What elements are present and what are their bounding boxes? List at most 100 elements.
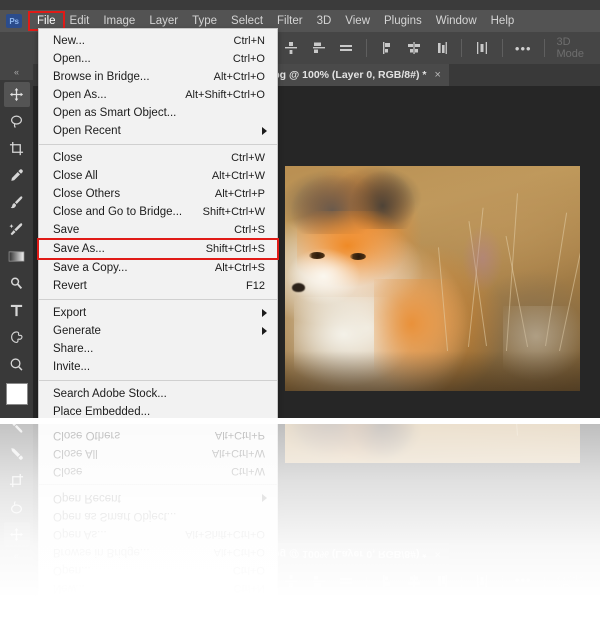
menu-item-label: Export [53, 307, 86, 319]
file-menu-dropdown[interactable]: New... Ctrl+N Open...Ctrl+OBrowse in Bridg… [38, 28, 278, 418]
type-tool[interactable] [4, 298, 30, 323]
menu-item-label: Close Others [53, 429, 120, 441]
file-menu-item-close-others[interactable]: Close OthersAlt+Ctrl+P [39, 185, 277, 203]
gradient-tool[interactable] [4, 244, 30, 269]
file-menu-item-search-adobe-stock[interactable]: Search Adobe Stock... [39, 385, 277, 403]
menu-item-shortcut: Alt+Shift+Ctrl+O [185, 528, 267, 540]
file-menu-item-place-embedded[interactable]: Place Embedded... [39, 403, 277, 418]
menu-item-label: Open Recent [53, 492, 121, 504]
menu-item-shortcut: Ctrl+N [234, 35, 267, 47]
file-menu-item-open-recent[interactable]: Open Recent [39, 122, 277, 140]
menubar-item-help: Help [484, 600, 522, 616]
lasso-tool[interactable] [4, 109, 30, 134]
file-menu-item-new[interactable]: New... Ctrl+N [39, 32, 277, 50]
align-vertical-centers-icon [309, 571, 328, 591]
file-menu-item-close-all[interactable]: Close All Alt+Ctrl+W [39, 167, 277, 185]
eyedropper-tool[interactable] [4, 163, 30, 188]
menubar-item-edit[interactable]: Edit [63, 13, 97, 29]
foreground-color-swatch[interactable] [6, 383, 28, 405]
menu-item-label: Place Embedded... [53, 406, 150, 418]
menu-item-shortcut: Ctrl+O [233, 53, 267, 65]
toolbar-separator [366, 39, 367, 57]
align-bottom-edges-icon[interactable] [337, 38, 356, 58]
file-menu-item-save-a-copy[interactable]: Save a Copy...Alt+Ctrl+S [39, 259, 277, 277]
close-icon[interactable]: × [434, 69, 440, 81]
menu-item-label: Open... [53, 564, 91, 576]
distribute-icon[interactable] [472, 38, 491, 58]
options-overflow-button: ••• [509, 574, 538, 589]
collapse-panel-button[interactable]: « [0, 64, 33, 80]
file-menu-item-close: CloseCtrl+W [39, 462, 277, 480]
align-horizontal-centers-icon[interactable] [405, 38, 424, 58]
menu-item-label: Close All [53, 170, 98, 182]
file-menu-item-open-as-smart-object[interactable]: Open as Smart Object... [39, 104, 277, 122]
menubar-item-help[interactable]: Help [484, 13, 522, 29]
file-menu-item-export[interactable]: Export [39, 304, 277, 322]
file-menu-item-revert[interactable]: RevertF12 [39, 277, 277, 295]
menubar-item-image[interactable]: Image [96, 13, 142, 29]
file-menu-item-close-others: Close OthersAlt+Ctrl+P [39, 426, 277, 444]
healing-brush-tool[interactable] [4, 217, 30, 242]
move-tool[interactable] [4, 82, 30, 107]
menu-item-label: Open as Smart Object... [53, 107, 176, 119]
menubar-item-view[interactable]: View [338, 13, 377, 29]
file-menu-item-close-and-go-to-bridge[interactable]: Close and Go to Bridge...Shift+Ctrl+W [39, 203, 277, 221]
menu-item-label: Save [53, 224, 79, 236]
path-tool[interactable] [4, 325, 30, 350]
menubar-item-view: View [338, 600, 377, 616]
menubar-item-filter: Filter [270, 600, 310, 616]
menu-divider [39, 144, 277, 145]
crop-tool [4, 468, 30, 493]
menubar-item-plugins: Plugins [377, 600, 429, 616]
menubar-item-select[interactable]: Select [224, 13, 270, 29]
chevron-right-icon [262, 309, 267, 317]
menubar-item-plugins[interactable]: Plugins [377, 13, 429, 29]
mirrored-photoshop-window: Ps File Edit Image Layer Type Select Fil… [0, 424, 600, 629]
menubar-item-select: Select [224, 600, 270, 616]
file-menu-item-close[interactable]: CloseCtrl+W [39, 149, 277, 167]
file-menu-item-save-as[interactable]: Save As...Shift+Ctrl+S [39, 240, 277, 258]
file-menu-item-open-recent: Open Recent [39, 489, 277, 507]
align-top-edges-icon[interactable] [282, 38, 301, 58]
lasso-tool [4, 495, 30, 520]
move-tool [4, 522, 30, 547]
align-right-edges-icon[interactable] [432, 38, 451, 58]
menubar-item-layer[interactable]: Layer [142, 13, 185, 29]
tools-panel: « [0, 64, 33, 418]
file-menu-item-save[interactable]: SaveCtrl+S [39, 221, 277, 239]
menubar-item-file[interactable]: File [30, 13, 63, 29]
align-vertical-centers-icon[interactable] [309, 38, 328, 58]
menu-item-label: Invite... [53, 361, 90, 373]
toolbar-separator [461, 572, 462, 590]
menu-item-label: New... [53, 35, 85, 47]
menubar-item-3d[interactable]: 3D [310, 13, 339, 29]
menu-item-shortcut: Alt+Ctrl+W [212, 170, 267, 182]
menubar-item-filter[interactable]: Filter [270, 13, 310, 29]
file-menu-item-open-as[interactable]: Open As...Alt+Shift+Ctrl+O [39, 86, 277, 104]
file-menu-item-generate[interactable]: Generate [39, 322, 277, 340]
menu-item-shortcut: Alt+Ctrl+W [212, 447, 267, 459]
options-overflow-button[interactable]: ••• [509, 41, 538, 56]
file-menu-item-share[interactable]: Share... [39, 340, 277, 358]
menu-item-shortcut: Ctrl+O [233, 564, 267, 576]
menu-item-shortcut: Alt+Ctrl+O [214, 546, 267, 558]
menubar-item-type: Type [185, 600, 224, 616]
eyedropper-tool [4, 441, 30, 466]
file-menu-item-invite[interactable]: Invite... [39, 358, 277, 376]
menubar-item-edit: Edit [63, 600, 97, 616]
file-menu-item-browse-in-bridge[interactable]: Browse in Bridge...Alt+Ctrl+O [39, 68, 277, 86]
brush-tool[interactable] [4, 190, 30, 215]
align-right-edges-icon [432, 571, 451, 591]
zoom-tool[interactable] [4, 352, 30, 377]
dodge-tool[interactable] [4, 271, 30, 296]
crop-tool[interactable] [4, 136, 30, 161]
photoshop-window: Ps File Edit Image Layer Type Select Fil… [0, 0, 600, 418]
file-menu-item-open[interactable]: Open...Ctrl+O [39, 50, 277, 68]
menubar-item-type[interactable]: Type [185, 13, 224, 29]
align-left-edges-icon[interactable] [377, 38, 396, 58]
menubar-item-window[interactable]: Window [429, 13, 484, 29]
menu-item-label: Open As... [53, 528, 107, 540]
menu-item-label: Generate [53, 325, 101, 337]
screenshot-reflection: Ps File Edit Image Layer Type Select Fil… [0, 424, 600, 629]
tools-panel: « [0, 424, 33, 565]
